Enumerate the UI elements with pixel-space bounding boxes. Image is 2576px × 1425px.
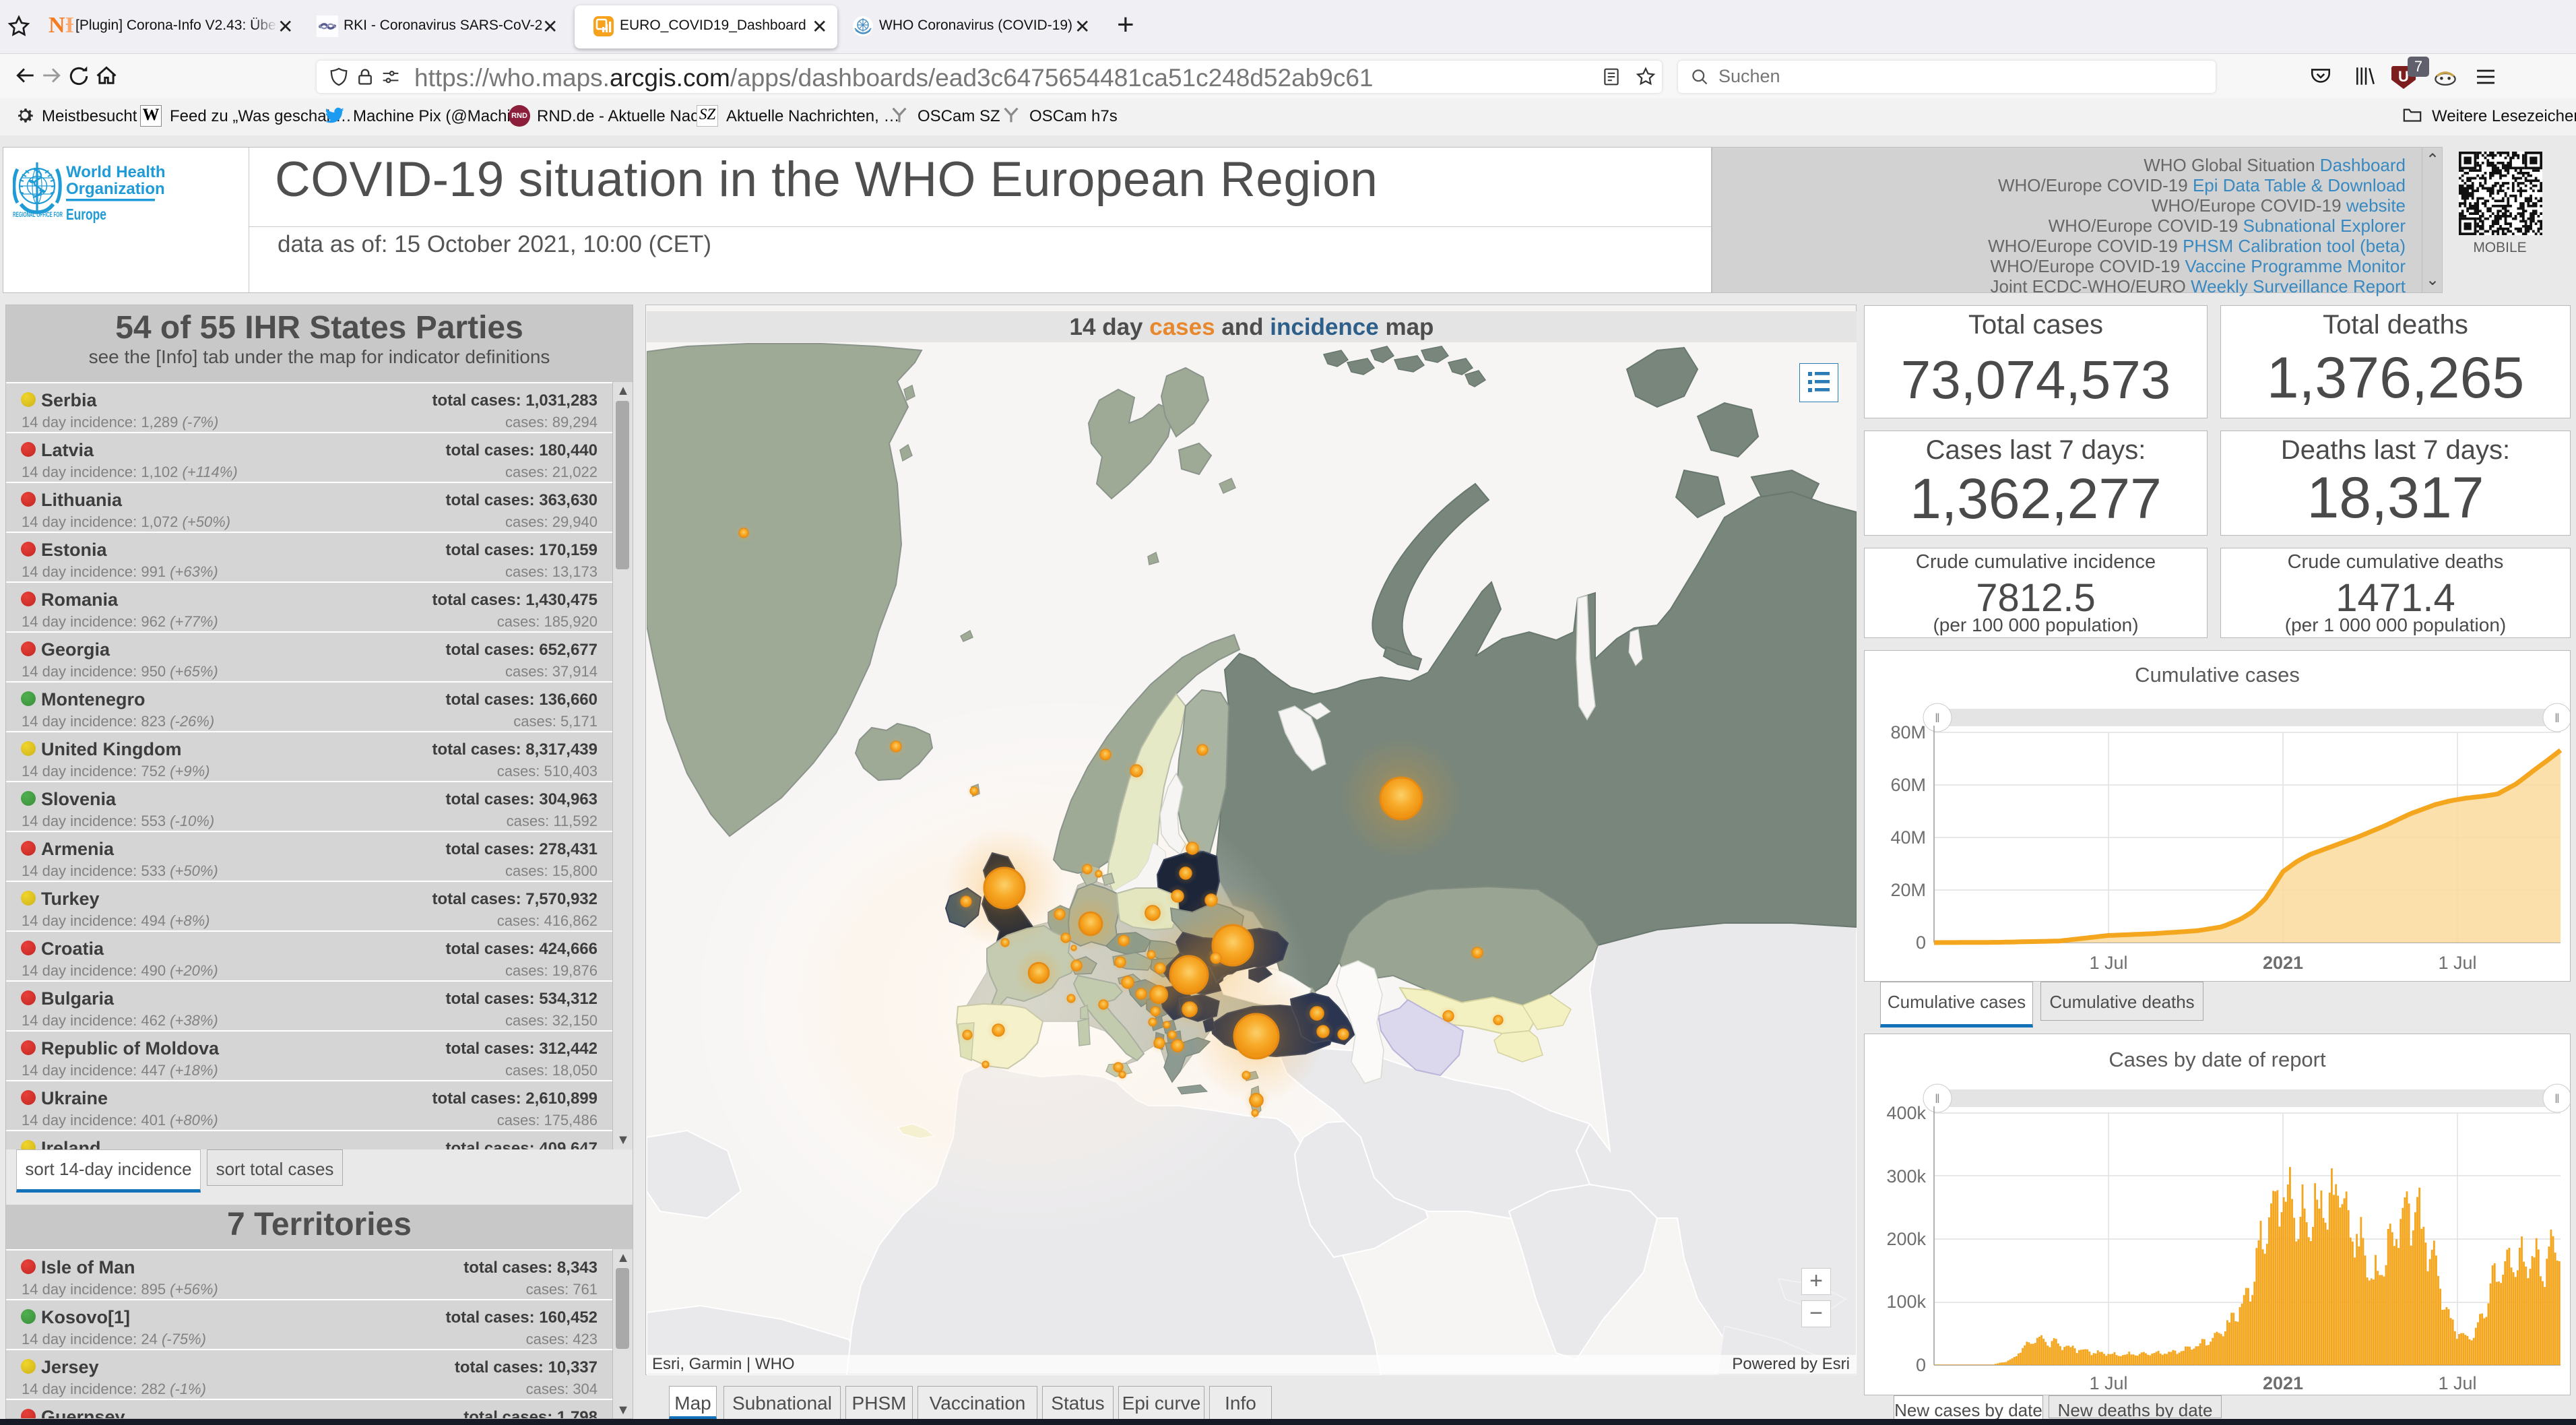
svg-text:80M: 80M (1890, 722, 1926, 742)
svg-text:1 Jul: 1 Jul (2089, 1373, 2127, 1393)
svg-text:20M: 20M (1890, 880, 1926, 900)
svg-text:60M: 60M (1890, 775, 1926, 795)
svg-text:0: 0 (1916, 932, 1926, 953)
svg-text:100k: 100k (1886, 1292, 1926, 1312)
svg-text:‖: ‖ (1935, 711, 1939, 725)
svg-text:‖: ‖ (2554, 1092, 2559, 1106)
svg-text:‖: ‖ (2554, 711, 2559, 725)
svg-text:40M: 40M (1890, 827, 1926, 848)
svg-text:400k: 400k (1886, 1103, 1926, 1123)
svg-text:2021: 2021 (2263, 1373, 2303, 1393)
svg-text:World Health: World Health (66, 163, 166, 181)
svg-text:0: 0 (1916, 1355, 1926, 1375)
svg-text:300k: 300k (1886, 1166, 1926, 1186)
svg-text:REGIONAL OFFICE FOR: REGIONAL OFFICE FOR (13, 211, 63, 219)
svg-text:Europe: Europe (66, 205, 106, 223)
svg-text:Organization: Organization (66, 180, 165, 198)
svg-text:2021: 2021 (2263, 953, 2303, 973)
svg-text:1 Jul: 1 Jul (2438, 1373, 2476, 1393)
svg-text:200k: 200k (1886, 1229, 1926, 1249)
svg-text:1 Jul: 1 Jul (2089, 953, 2127, 973)
svg-text:1 Jul: 1 Jul (2438, 953, 2476, 973)
svg-text:‖: ‖ (1935, 1092, 1939, 1106)
